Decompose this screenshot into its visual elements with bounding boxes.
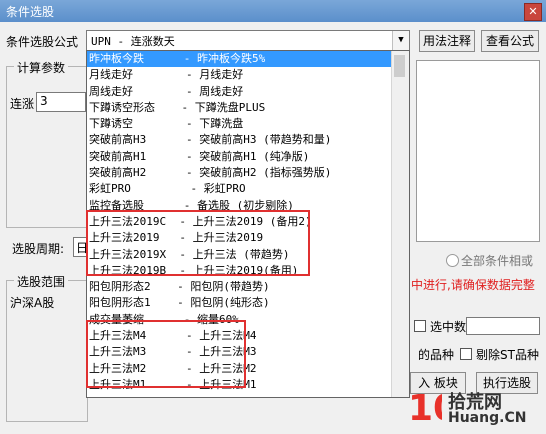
all-conditions-label: 全部条件相或 [461,254,534,268]
formula-selected-value: UPN - 连涨数天 [91,35,175,48]
select-count-input[interactable] [466,317,540,335]
calc-params-group [6,66,88,228]
watermark-logo-graphic: 10 [408,388,458,429]
dropdown-item[interactable]: 阳包阴形态1 - 阳包阴(纯形态) [87,295,409,311]
usage-notes-button[interactable]: 用法注释 [419,30,475,52]
formula-select[interactable]: UPN - 连涨数天 ▼ [86,30,410,51]
data-warning: 中进行,请确保数据完整 [411,278,535,292]
title-bar: 条件选股 ✕ [0,0,546,22]
dropdown-item[interactable]: 昨冲板今跌 - 昨冲板今跌5% [87,51,409,68]
highlight-box-m-series [86,320,246,388]
period-label: 选股周期: [12,242,65,256]
dropdown-item[interactable]: 突破前高H1 - 突破前高H1 (纯净版) [87,149,409,165]
dropdown-item[interactable]: 突破前高H2 - 突破前高H2 (指标强势版) [87,165,409,181]
dropdown-item[interactable]: 周线走好 - 周线走好 [87,84,409,100]
select-count-checkbox[interactable] [414,320,426,332]
products-label: 的品种 [418,348,455,362]
scrollbar-thumb[interactable] [394,55,405,77]
dropdown-item[interactable]: 下蹲诱空 - 下蹲洗盘 [87,116,409,132]
calc-params-label: 计算参数 [14,59,69,76]
period-select[interactable]: 日 [73,237,88,257]
view-formula-button[interactable]: 查看公式 [481,30,539,52]
dropdown-item[interactable]: 月线走好 - 月线走好 [87,67,409,83]
watermark-number: 10 [408,388,442,426]
select-count-label: 选中数 [430,320,467,334]
param-value-input[interactable]: 3 [36,92,86,112]
close-icon[interactable]: ✕ [524,3,542,21]
dropdown-item[interactable]: 下蹲诱空形态 - 下蹲洗盘PLUS [87,100,409,116]
watermark-domain: Huang.CN [448,410,527,426]
window-title: 条件选股 [6,5,55,19]
exclude-st-label: 剔除ST品种 [476,348,539,362]
highlight-box-2019 [86,210,310,276]
watermark-logo: 10 [408,384,458,429]
dropdown-item[interactable]: 突破前高H3 - 突破前高H3 (带趋势和量) [87,132,409,148]
scope-value: 沪深A股 [10,296,55,310]
formula-label: 条件选股公式 [6,35,79,49]
dropdown-item[interactable]: 阳包阴形态2 - 阳包阴(带趋势) [87,279,409,295]
exclude-st-checkbox[interactable] [460,348,472,360]
chevron-down-icon[interactable]: ▼ [392,31,409,50]
dropdown-scrollbar[interactable] [391,51,409,397]
param-label: 连涨 [10,97,35,111]
all-conditions-radio[interactable] [446,254,459,267]
condition-list[interactable] [416,60,540,242]
dropdown-item[interactable]: 彩虹PRO - 彩虹PRO [87,181,409,197]
scope-label: 选股范围 [14,273,69,290]
